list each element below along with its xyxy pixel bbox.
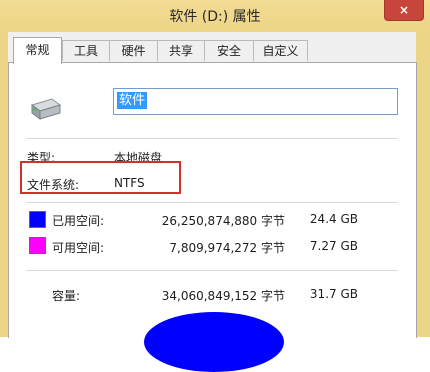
used-space-swatch (29, 211, 46, 228)
free-space-bytes: 7,809,974,272 字节 (169, 241, 285, 255)
tab-security[interactable]: 安全 (204, 40, 254, 61)
window-frame-right (416, 32, 430, 337)
tab-sharing-label: 共享 (168, 44, 193, 58)
used-space-size: 24.4 GB (309, 212, 358, 226)
drive-name-text: 软件 (117, 92, 148, 109)
tab-customize-label: 自定义 (262, 44, 299, 58)
window-frame-left (0, 32, 8, 337)
disk-usage-pie (144, 312, 284, 372)
title-bar: 软件 (D:) 属性 × (0, 0, 430, 32)
tab-tools-label: 工具 (73, 44, 98, 58)
close-button[interactable]: × (384, 0, 424, 21)
tab-general-label: 常规 (25, 43, 50, 57)
used-space-label: 已用空间: (52, 214, 105, 228)
drive-icon (30, 98, 62, 120)
tab-tools[interactable]: 工具 (62, 40, 110, 61)
free-space-size: 7.27 GB (309, 239, 358, 253)
separator-1 (26, 138, 398, 139)
free-space-label: 可用空间: (52, 241, 105, 255)
tab-customize[interactable]: 自定义 (253, 40, 308, 61)
tab-sharing[interactable]: 共享 (157, 40, 205, 61)
used-space-bytes: 26,250,874,880 字节 (161, 214, 285, 228)
separator-3 (26, 270, 398, 271)
window-title: 软件 (D:) 属性 (169, 9, 261, 25)
capacity-size: 31.7 GB (309, 287, 358, 301)
capacity-label: 容量: (52, 289, 81, 303)
tab-hardware[interactable]: 硬件 (109, 40, 158, 61)
filesystem-highlight-box (20, 161, 181, 194)
separator-2 (26, 202, 398, 203)
drive-name-input[interactable]: 软件 (113, 88, 398, 115)
tab-general[interactable]: 常规 (13, 37, 62, 64)
capacity-bytes: 34,060,849,152 字节 (161, 289, 285, 303)
tab-hardware-label: 硬件 (121, 44, 146, 58)
close-icon: × (398, 3, 410, 17)
free-space-swatch (29, 237, 46, 254)
tab-security-label: 安全 (216, 44, 241, 58)
